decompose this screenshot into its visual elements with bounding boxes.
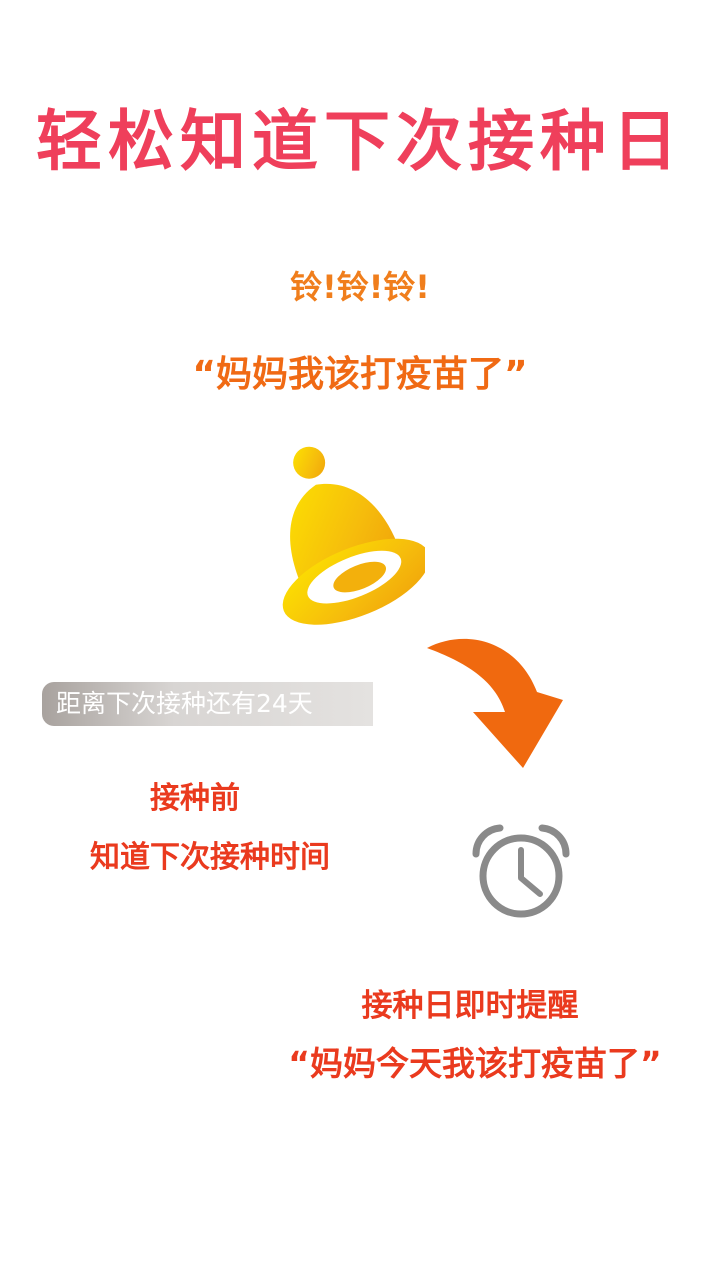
page-title: 轻松知道下次接种日 [36, 103, 684, 180]
ring-text: 铃!铃!铃! [290, 268, 430, 306]
alarm-clock-icon [472, 824, 570, 918]
countdown-banner: 距离下次接种还有24天 [42, 682, 373, 726]
before-heading: 接种前 [150, 781, 240, 816]
bell-icon [282, 446, 425, 625]
curved-arrow-icon [427, 638, 563, 768]
child-quote: “妈妈我该打疫苗了” [192, 354, 528, 395]
reminder-heading: 接种日即时提醒 [361, 988, 579, 1024]
before-description: 知道下次接种时间 [90, 840, 330, 875]
reminder-quote: “妈妈今天我该打疫苗了” [288, 1044, 662, 1083]
